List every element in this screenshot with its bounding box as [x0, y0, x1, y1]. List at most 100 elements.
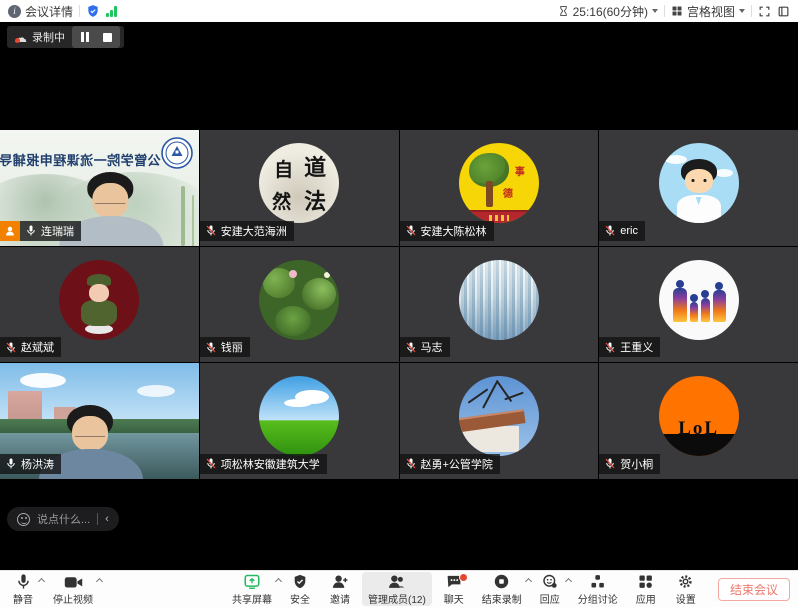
quick-chat-bar[interactable]: 说点什么... ‹ [7, 507, 119, 531]
stop-recording-button[interactable] [96, 28, 118, 46]
toolbar-invite-button[interactable]: 邀请 [322, 572, 358, 606]
toolbar-apps-button[interactable]: 应用 [628, 572, 664, 606]
calligraphy-character: 自 [274, 155, 293, 182]
mic-muted-icon [405, 457, 417, 470]
mic-muted-icon [604, 224, 616, 237]
participant-name: 赵勇+公管学院 [421, 456, 493, 472]
toolbar-share-screen-label: 共享屏幕 [232, 591, 272, 606]
emoji-icon[interactable] [17, 513, 30, 526]
participant-tile[interactable]: 自道然法安建大范海洲 [200, 130, 399, 246]
participant-tile[interactable]: 赵勇+公管学院 [400, 363, 599, 479]
toolbar-stop-video-button[interactable]: 停止视频 [47, 572, 99, 606]
participant-tile[interactable]: 马志 [400, 247, 599, 363]
mic-muted-icon [205, 457, 217, 470]
participant-avatar: 事德 [459, 143, 539, 223]
hourglass-icon [558, 5, 569, 17]
participant-tile[interactable]: 公管学院一流课程申报辅导会连瑞瑞 [0, 130, 199, 246]
toolbar-stop-video-label: 停止视频 [53, 591, 93, 606]
window-titlebar: i 会议详情 25:16(60分钟) 宫格视图 [0, 0, 798, 22]
avatar-text: LoL [659, 418, 739, 440]
chat-unread-badge [459, 573, 468, 582]
participant-tile[interactable]: 杨洪涛 [0, 363, 199, 479]
float-window-button[interactable] [777, 5, 790, 18]
participant-avatar [659, 260, 739, 340]
participant-avatar [459, 260, 539, 340]
cloud-recording-icon: ☁ [14, 31, 27, 44]
background-banner-text: 公管学院一流课程申报辅导会 [2, 150, 161, 169]
participant-grid: 公管学院一流课程申报辅导会连瑞瑞自道然法安建大范海洲事德安建大陈松林 eric 赵斌… [0, 130, 798, 479]
network-signal-icon[interactable] [106, 6, 117, 17]
participant-tile[interactable]: 赵斌斌 [0, 247, 199, 363]
participant-avatar [459, 376, 539, 456]
meeting-stage: ☁ 录制中 公管学院一流课程申报辅导会连瑞瑞自道然法安建大范海洲事德安建大陈松林… [0, 22, 798, 570]
participant-tile[interactable]: 项松林安徽建筑大学 [200, 363, 399, 479]
participant-tile[interactable]: 钱丽 [200, 247, 399, 363]
toolbar-breakout-label: 分组讨论 [578, 591, 618, 606]
meeting-details-button[interactable]: i 会议详情 [8, 3, 73, 20]
toolbar-reaction-button[interactable]: 回应 [532, 572, 568, 606]
toolbar-settings-button[interactable]: 设置 [668, 572, 704, 606]
toolbar-end-recording-button[interactable]: 结束录制 [476, 572, 528, 606]
participant-label: 王重义 [599, 337, 660, 357]
mic-icon [25, 224, 37, 237]
reaction-smiley-icon [541, 573, 559, 590]
end-meeting-button[interactable]: 结束会议 [718, 578, 790, 601]
toolbar-mute-button[interactable]: 静音 [5, 572, 41, 606]
security-shield-icon [292, 573, 308, 590]
calligraphy-character: 道 [304, 150, 326, 182]
grid-view-icon [671, 5, 683, 17]
mic-muted-icon [405, 341, 417, 354]
mic-muted-icon [405, 224, 417, 237]
toolbar-mute-label: 静音 [13, 591, 33, 606]
members-icon [387, 573, 406, 590]
toolbar-settings-label: 设置 [676, 591, 696, 606]
pause-recording-button[interactable] [74, 28, 96, 46]
chevron-up-icon[interactable] [565, 578, 572, 585]
chevron-up-icon[interactable] [525, 578, 532, 585]
participant-name: 马志 [421, 339, 443, 355]
toolbar-end-recording-label: 结束录制 [482, 591, 522, 606]
security-shield-icon[interactable] [86, 4, 100, 18]
toolbar-members-button[interactable]: 管理成员(12) [362, 572, 432, 606]
bottom-toolbar: 静音停止视频 共享屏幕安全邀请管理成员(12)聊天结束录制回应分组讨论应用设置 … [0, 570, 798, 607]
participant-avatar: LoL [659, 376, 739, 456]
divider [751, 5, 752, 17]
participant-tile[interactable]: LoL 贺小桐 [599, 363, 798, 479]
stop-record-icon [493, 573, 510, 590]
chevron-up-icon[interactable] [275, 578, 282, 585]
mic-muted-icon [604, 341, 616, 354]
breakout-rooms-icon [589, 573, 606, 590]
view-mode-label: 宫格视图 [687, 3, 735, 20]
chevron-down-icon [652, 9, 658, 13]
participant-tile[interactable]: 事德安建大陈松林 [400, 130, 599, 246]
fullscreen-button[interactable] [758, 5, 771, 18]
settings-gear-icon [677, 573, 694, 590]
divider [97, 513, 98, 525]
participant-label: 马志 [400, 337, 450, 357]
toolbar-security-label: 安全 [290, 591, 310, 606]
meeting-timer-dropdown[interactable]: 25:16(60分钟) [558, 3, 658, 20]
view-mode-dropdown[interactable]: 宫格视图 [671, 3, 745, 20]
mic-muted-icon [205, 224, 217, 237]
divider [664, 5, 665, 17]
chevron-up-icon[interactable] [96, 578, 103, 585]
mic-muted-icon [205, 341, 217, 354]
meeting-details-label: 会议详情 [25, 3, 73, 20]
toolbar-share-screen-button[interactable]: 共享屏幕 [226, 572, 278, 606]
camera-icon [64, 574, 83, 590]
participant-tile[interactable]: 王重义 [599, 247, 798, 363]
chevron-up-icon[interactable] [38, 578, 45, 585]
participant-name: 赵斌斌 [21, 339, 54, 355]
info-icon: i [8, 5, 21, 18]
participant-tile[interactable]: eric [599, 130, 798, 246]
chat-input-placeholder[interactable]: 说点什么... [37, 511, 90, 527]
participant-avatar [659, 143, 739, 223]
participant-name: eric [620, 225, 638, 237]
participant-label: 贺小桐 [599, 454, 660, 474]
mic-muted-icon [5, 341, 17, 354]
toolbar-security-button[interactable]: 安全 [282, 572, 318, 606]
toolbar-invite-label: 邀请 [330, 591, 350, 606]
toolbar-breakout-button[interactable]: 分组讨论 [572, 572, 624, 606]
collapse-chat-icon[interactable]: ‹ [105, 513, 109, 525]
toolbar-chat-button[interactable]: 聊天 [436, 572, 472, 606]
